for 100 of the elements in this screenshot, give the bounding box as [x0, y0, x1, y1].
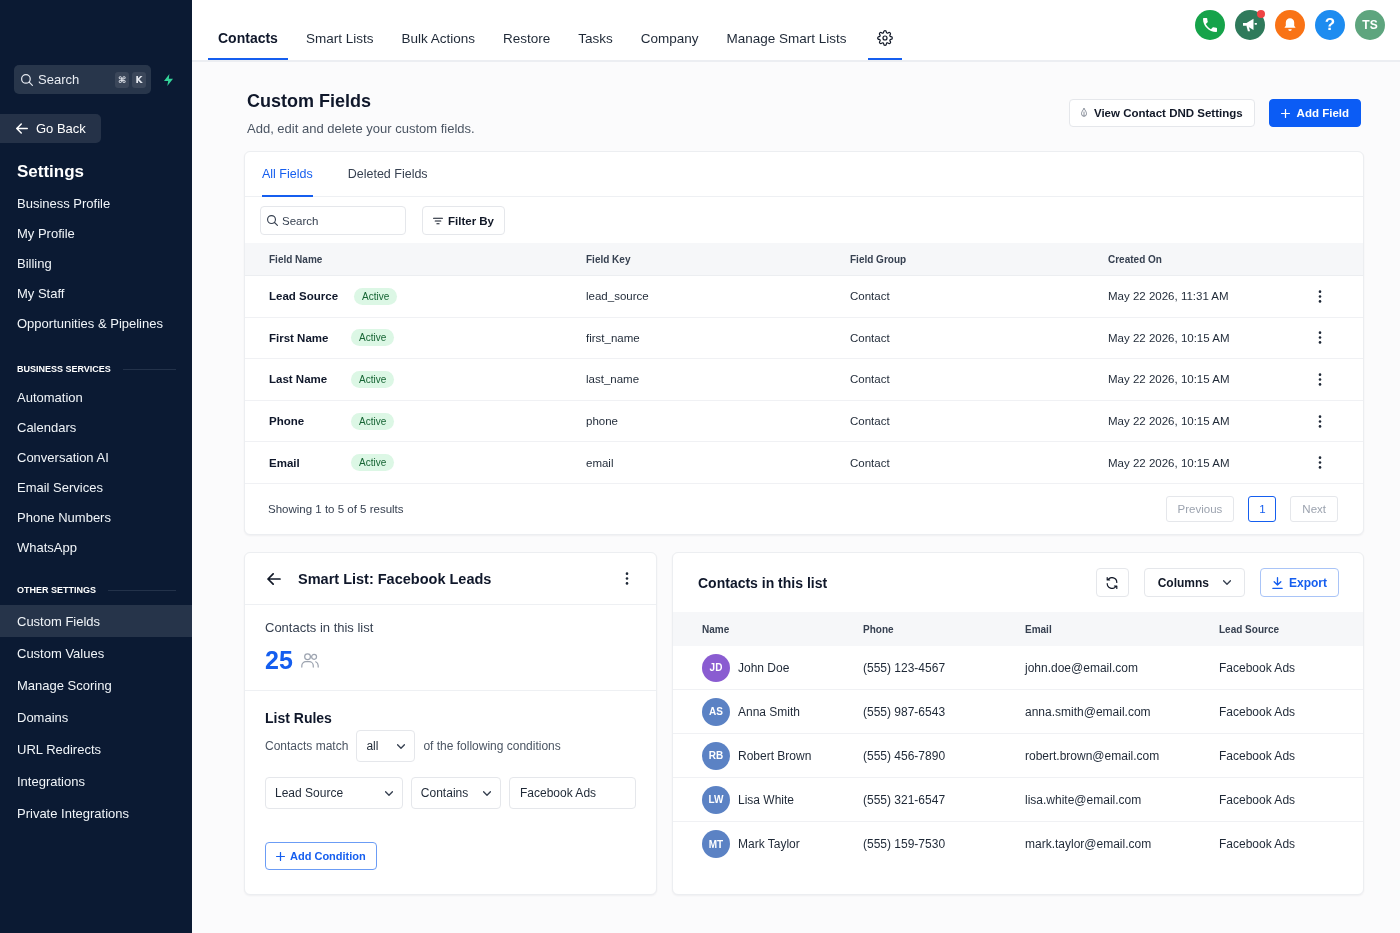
- nav-tab[interactable]: Contacts: [208, 0, 288, 60]
- sidebar-heading: Settings: [17, 161, 86, 183]
- sidebar-item[interactable]: Custom Fields: [0, 605, 192, 637]
- table-cell-text: Facebook Ads: [1219, 704, 1297, 719]
- bell-icon: [1283, 18, 1297, 32]
- chevron-down-icon: [384, 790, 393, 796]
- chevron-down-icon: [483, 790, 491, 796]
- table-cell-text: Contact: [850, 331, 891, 344]
- nav-tab[interactable]: Manage Smart Lists: [716, 0, 857, 60]
- column-header: Lead Source: [1219, 623, 1281, 635]
- contact-name: Lisa White: [738, 792, 795, 807]
- contact-count: 25: [265, 646, 293, 674]
- sidebar-item[interactable]: Automation: [0, 382, 192, 412]
- sidebar-item[interactable]: Phone Numbers: [0, 502, 192, 532]
- table-cell-text: lisa.white@email.com: [1025, 792, 1143, 807]
- table-cell-text: Facebook Ads: [1219, 748, 1297, 763]
- sidebar-item[interactable]: WhatsApp: [0, 532, 192, 562]
- sidebar-item[interactable]: Opportunities & Pipelines: [0, 308, 192, 338]
- export-button[interactable]: Export: [1260, 568, 1339, 597]
- sidebar-item[interactable]: Private Integrations: [0, 797, 192, 829]
- rule-text: Contacts match: [265, 739, 349, 753]
- table-cell-text: robert.brown@email.com: [1025, 748, 1161, 763]
- sidebar-item[interactable]: Manage Scoring: [0, 669, 192, 701]
- vertical-dots-icon[interactable]: [625, 572, 629, 585]
- field-name: Phone: [269, 415, 306, 428]
- avatar: MT: [702, 830, 730, 858]
- dnd-settings-button[interactable]: View Contact DND Settings: [1068, 99, 1255, 127]
- section-title: List Rules: [265, 709, 333, 727]
- match-select[interactable]: all: [356, 730, 416, 762]
- sidebar-item[interactable]: Calendars: [0, 412, 192, 442]
- section-title: OTHER SETTINGS: [17, 585, 96, 595]
- vertical-dots-icon[interactable]: [1318, 289, 1322, 303]
- table-cell-text: Contact: [850, 415, 891, 428]
- nav-tab[interactable]: Smart Lists: [295, 0, 384, 60]
- vertical-dots-icon[interactable]: [1318, 414, 1322, 428]
- sidebar-item[interactable]: My Staff: [0, 278, 192, 308]
- field-select[interactable]: Lead Source: [265, 777, 403, 809]
- avatar: JD: [702, 653, 730, 682]
- vertical-dots-icon[interactable]: [1318, 373, 1322, 386]
- rule-text: of the following conditions: [423, 739, 561, 753]
- table-cell-text: Facebook Ads: [1219, 837, 1297, 851]
- search-field[interactable]: Search: [260, 206, 406, 235]
- sidebar-item[interactable]: Billing: [0, 248, 192, 278]
- table-cell-text: email: [586, 456, 615, 469]
- megaphone-button[interactable]: [1235, 10, 1265, 40]
- avatar: RB: [702, 741, 730, 770]
- sidebar-item[interactable]: Integrations: [0, 765, 192, 797]
- card-title: Contacts in this list: [698, 574, 829, 591]
- value-field[interactable]: Facebook Ads: [509, 777, 636, 809]
- notifications-button[interactable]: [1275, 10, 1305, 40]
- phone-button[interactable]: [1195, 10, 1225, 40]
- table-cell-text: john.doe@email.com: [1025, 660, 1139, 675]
- table-cell-text: phone: [586, 415, 619, 428]
- nav-tab[interactable]: Restore: [492, 0, 561, 60]
- lightning-icon[interactable]: [164, 72, 173, 87]
- sidebar-item[interactable]: My Profile: [0, 218, 192, 248]
- field-name: Lead Source: [269, 290, 339, 303]
- page-button[interactable]: 1: [1248, 496, 1277, 522]
- vertical-dots-icon[interactable]: [1318, 331, 1322, 345]
- back-button[interactable]: Go Back: [0, 114, 101, 143]
- sidebar-item[interactable]: Business Profile: [0, 188, 192, 218]
- sidebar-item[interactable]: URL Redirects: [0, 733, 192, 765]
- nav-tab[interactable]: Tasks: [568, 0, 623, 60]
- sidebar-item[interactable]: Custom Values: [0, 637, 192, 669]
- contact-name: Anna Smith: [738, 704, 801, 719]
- filter-button[interactable]: Filter By: [422, 206, 505, 235]
- add-field-button[interactable]: Add Field: [1268, 99, 1361, 127]
- megaphone-icon: [1243, 18, 1257, 32]
- sidebar-item[interactable]: Domains: [0, 701, 192, 733]
- filter-icon: [433, 216, 443, 225]
- plus-icon: [276, 851, 285, 861]
- vertical-dots-icon[interactable]: [1318, 456, 1322, 470]
- sidebar-item[interactable]: Conversation AI: [0, 442, 192, 472]
- table-cell-text: Contact: [850, 290, 891, 303]
- column-header: Field Key: [586, 253, 632, 265]
- tab[interactable]: Deleted Fields: [347, 152, 428, 197]
- contact-name: Robert Brown: [738, 748, 812, 763]
- sidebar-item[interactable]: Email Services: [0, 472, 192, 502]
- results-summary: Showing 1 to 5 of 5 results: [268, 503, 404, 515]
- status-badge: Active: [354, 287, 398, 305]
- people-icon: [300, 652, 319, 668]
- status-badge: Active: [351, 371, 395, 388]
- avatar: AS: [702, 697, 730, 726]
- add-condition-button[interactable]: Add Condition: [265, 842, 377, 870]
- plus-icon: [1280, 108, 1290, 118]
- nav-tab[interactable]: Bulk Actions: [391, 0, 485, 60]
- table-cell-text: Contact: [850, 456, 891, 469]
- refresh-button[interactable]: [1095, 568, 1129, 597]
- search-icon: [21, 73, 33, 86]
- table-cell-text: Contact: [850, 373, 891, 386]
- tab[interactable]: All Fields: [262, 152, 313, 197]
- operator-select[interactable]: Contains: [410, 777, 501, 809]
- field-name: First Name: [269, 331, 330, 344]
- arrow-left-icon[interactable]: [267, 572, 281, 585]
- columns-button[interactable]: Columns: [1143, 568, 1245, 597]
- nav-tab[interactable]: Company: [630, 0, 709, 60]
- column-header: Created On: [1108, 253, 1163, 265]
- drop-icon: [1080, 108, 1087, 118]
- column-header: Email: [1025, 623, 1053, 635]
- table-cell-text: (555) 123-4567: [863, 660, 947, 675]
